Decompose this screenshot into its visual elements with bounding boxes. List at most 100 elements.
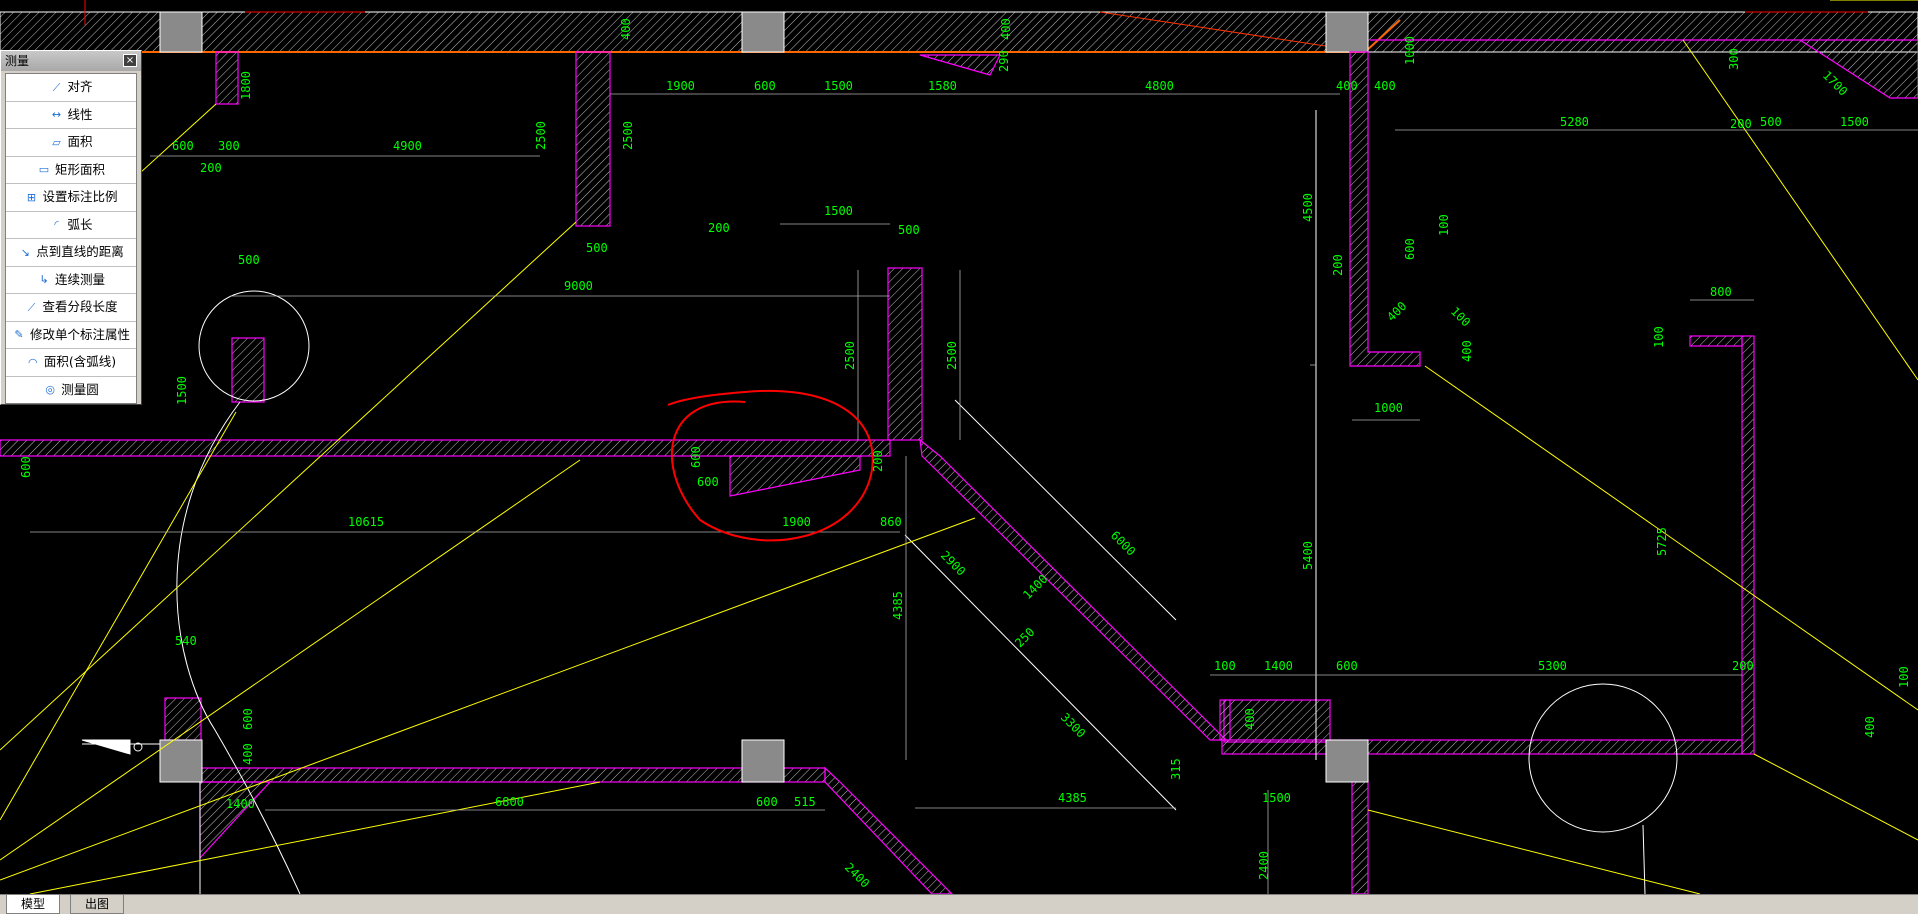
dim-label: 600 bbox=[756, 795, 778, 809]
dim-label: 1800 bbox=[239, 71, 253, 100]
panel-title-text: 测量 bbox=[5, 54, 30, 68]
dim-label: 200 bbox=[871, 450, 885, 472]
dim-label: 1500 bbox=[1840, 115, 1869, 129]
tool-label: 面积(含弧线) bbox=[43, 354, 117, 369]
measure-tool-list: ⟋ 对齐 ↔ 线性 ▱ 面积 ▭ 矩形面积 ⊞ 设置标注比例 ◜ 弧长 ↘ 点到直线的距离 ↳… bbox=[5, 73, 137, 404]
tool-measure-circle[interactable]: ◎ 测量圆 bbox=[6, 377, 136, 404]
scale-icon: ⊞ bbox=[26, 190, 37, 204]
dim-label: 1500 bbox=[824, 79, 853, 93]
dim-label: 4800 bbox=[1145, 79, 1174, 93]
dim-label: 100 bbox=[1437, 214, 1451, 236]
tool-label: 矩形面积 bbox=[54, 161, 105, 177]
linear-icon: ↔ bbox=[51, 108, 62, 121]
dim-label: 400 bbox=[999, 18, 1013, 40]
dim-label: 400 bbox=[619, 18, 633, 40]
dim-label: 540 bbox=[175, 634, 197, 648]
tool-label: 对齐 bbox=[67, 79, 93, 94]
dim-label: 600 bbox=[1403, 238, 1417, 260]
area-icon: ▱ bbox=[52, 135, 61, 149]
dim-label: 200 bbox=[1730, 117, 1752, 131]
dim-label: 100 bbox=[1897, 666, 1911, 688]
dim-label: 9000 bbox=[564, 279, 593, 293]
dim-label: 600 bbox=[19, 456, 33, 478]
dim-label: 600 bbox=[1336, 659, 1358, 673]
dim-label: 315 bbox=[1169, 758, 1183, 780]
tool-continuous[interactable]: ↳ 连续测量 bbox=[6, 267, 136, 294]
tool-area[interactable]: ▱ 面积 bbox=[6, 129, 136, 157]
dim-label: 2500 bbox=[843, 341, 857, 370]
dim-label: 800 bbox=[1710, 285, 1732, 299]
dim-label: 1500 bbox=[824, 204, 853, 218]
dim-label: 300 bbox=[218, 139, 240, 153]
tool-rect-area[interactable]: ▭ 矩形面积 bbox=[6, 157, 136, 184]
tool-linear[interactable]: ↔ 线性 bbox=[6, 102, 136, 129]
dim-label: 1000 bbox=[1374, 401, 1403, 415]
tool-label: 点到直线的距离 bbox=[36, 244, 124, 259]
dim-label: 3300 bbox=[1058, 710, 1088, 740]
dim-label: 300 bbox=[1727, 48, 1741, 70]
point-line-icon: ↘ bbox=[20, 245, 30, 259]
measure-panel: 测量 × ⟋ 对齐 ↔ 线性 ▱ 面积 ▭ 矩形面积 ⊞ 设置标注比例 ◜ 弧长 ↘ 点到直线… bbox=[0, 50, 142, 405]
tool-arc-length[interactable]: ◜ 弧长 bbox=[6, 212, 136, 239]
align-icon: ⟋ bbox=[52, 80, 61, 94]
tool-label: 测量圆 bbox=[61, 381, 99, 397]
close-icon[interactable]: × bbox=[123, 54, 137, 67]
dim-label: 400 bbox=[1374, 79, 1396, 93]
top-beam bbox=[0, 0, 1918, 53]
dim-label: 600 bbox=[697, 475, 719, 489]
dim-label: 400 bbox=[241, 743, 255, 765]
dim-label: 5725 bbox=[1655, 527, 1669, 556]
circle-icon: ◎ bbox=[45, 383, 56, 396]
tool-segment-length[interactable]: ⟋ 查看分段长度 bbox=[6, 294, 136, 322]
dim-label: 1400 bbox=[1264, 659, 1293, 673]
rect-area-icon: ▭ bbox=[38, 163, 50, 176]
tool-label: 设置标注比例 bbox=[42, 189, 118, 204]
dim-label: 1900 bbox=[666, 79, 695, 93]
dim-label: 600 bbox=[172, 139, 194, 153]
dim-label: 250 bbox=[1012, 625, 1037, 650]
tool-label: 修改单个标注属性 bbox=[29, 326, 130, 342]
tool-align[interactable]: ⟋ 对齐 bbox=[6, 74, 136, 102]
dim-label: 1000 bbox=[1403, 36, 1417, 65]
dim-label: 5280 bbox=[1560, 115, 1589, 129]
cad-drawing-canvas[interactable]: 1900 600 1500 1580 4800 5280 500 1500 20… bbox=[0, 0, 1918, 894]
dim-label: 500 bbox=[1760, 115, 1782, 129]
dim-label: 860 bbox=[880, 515, 902, 529]
tool-label: 面积 bbox=[67, 134, 93, 149]
dim-label: 1400 bbox=[226, 797, 255, 811]
tool-edit-dim[interactable]: ✎ 修改单个标注属性 bbox=[6, 322, 136, 349]
dim-label: 4385 bbox=[1058, 791, 1087, 805]
dim-label: 2500 bbox=[621, 121, 635, 150]
dim-label: 6000 bbox=[1108, 528, 1138, 558]
dim-label: 400 bbox=[1863, 716, 1877, 738]
dim-label: 400 bbox=[1460, 340, 1474, 362]
dim-label: 400 bbox=[1336, 79, 1358, 93]
dim-label: 2500 bbox=[534, 121, 548, 150]
tool-set-scale[interactable]: ⊞ 设置标注比例 bbox=[6, 184, 136, 212]
dim-label: 4500 bbox=[1301, 193, 1315, 222]
dim-label: 200 bbox=[200, 161, 222, 175]
dim-label: 6800 bbox=[495, 795, 524, 809]
tab-layout[interactable]: 出图 bbox=[70, 895, 125, 914]
dim-label: 100 bbox=[1448, 304, 1473, 329]
dim-label: 200 bbox=[1732, 659, 1754, 673]
measure-panel-title[interactable]: 测量 × bbox=[1, 51, 141, 71]
tab-model[interactable]: 模型 bbox=[6, 895, 61, 914]
dim-label: 1580 bbox=[928, 79, 957, 93]
tool-label: 线性 bbox=[67, 106, 93, 122]
tool-label: 弧长 bbox=[67, 216, 93, 232]
dim-label: 10615 bbox=[348, 515, 384, 529]
tool-label: 连续测量 bbox=[54, 271, 105, 287]
tool-point-line[interactable]: ↘ 点到直线的距离 bbox=[6, 239, 136, 267]
dim-label: 200 bbox=[1331, 254, 1345, 276]
tool-arc-area[interactable]: ◠ 面积(含弧线) bbox=[6, 349, 136, 377]
dim-label: 100 bbox=[1214, 659, 1236, 673]
arc-area-icon: ◠ bbox=[28, 355, 38, 369]
dim-label: 2900 bbox=[938, 548, 968, 578]
layout-tab-bar: 模型 出图 bbox=[0, 894, 1918, 914]
dim-label: 600 bbox=[241, 708, 255, 730]
dim-label: 1900 bbox=[782, 515, 811, 529]
continuous-icon: ↳ bbox=[39, 273, 49, 286]
tool-label: 查看分段长度 bbox=[42, 299, 118, 314]
dim-label: 515 bbox=[794, 795, 816, 809]
